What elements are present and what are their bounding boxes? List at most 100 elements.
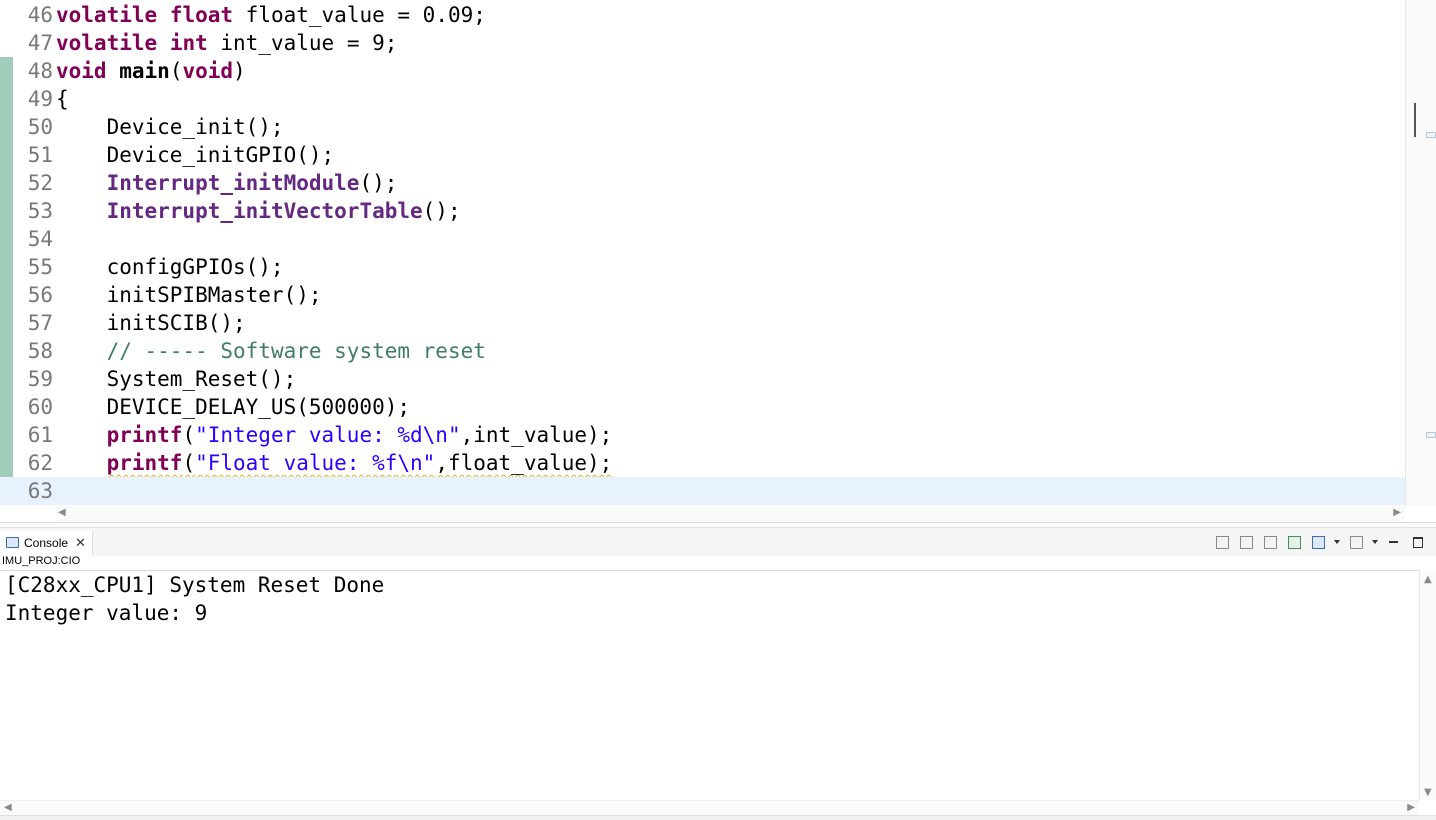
code-token: (: [182, 423, 196, 447]
code-token: (: [169, 59, 183, 83]
code-token: int: [169, 31, 208, 55]
line-number: 56: [27, 283, 53, 307]
code-line[interactable]: 54: [0, 225, 1405, 253]
clear-console-button[interactable]: [1212, 533, 1232, 551]
code-line[interactable]: 46 volatile float float_value = 0.09;: [0, 1, 1405, 29]
tab-console-label: Console: [24, 536, 69, 550]
pin-console-button[interactable]: [1284, 533, 1304, 551]
line-number: 50: [27, 115, 53, 139]
code-token: ,int_value);: [460, 423, 613, 447]
scroll-down-icon[interactable]: ▼: [1424, 787, 1432, 798]
code-text[interactable]: void main(void): [56, 57, 246, 85]
code-line[interactable]: 48 void main(void): [0, 57, 1405, 85]
line-number: 60: [27, 395, 53, 419]
code-text[interactable]: printf("Float value: %f\n",float_value);: [56, 449, 613, 477]
console-horizontal-scrollbar[interactable]: ◀ ▶: [0, 800, 1419, 816]
code-editor[interactable]: 46 volatile float float_value = 0.09; 47 vo…: [0, 0, 1436, 523]
editor-horizontal-scrollbar[interactable]: ◀ ▶: [56, 506, 1405, 521]
code-text[interactable]: volatile float float_value = 0.09;: [56, 1, 486, 29]
line-number: 61: [27, 423, 53, 447]
word-wrap-icon: [1264, 536, 1277, 549]
scroll-lock-button[interactable]: [1236, 533, 1256, 551]
close-icon[interactable]: ✕: [75, 535, 86, 551]
code-text[interactable]: initSCIB();: [56, 309, 246, 337]
scroll-left-icon[interactable]: ◀: [4, 802, 12, 813]
display-console-button[interactable]: [1308, 533, 1328, 551]
code-line[interactable]: 52 Interrupt_initModule();: [0, 169, 1405, 197]
code-line[interactable]: 51 Device_initGPIO();: [0, 141, 1405, 169]
console-output[interactable]: [C28xx_CPU1] System Reset Done Integer v…: [0, 570, 1419, 801]
code-token: main: [119, 59, 170, 83]
code-line[interactable]: 53 Interrupt_initVectorTable();: [0, 197, 1405, 225]
code-text[interactable]: {: [56, 85, 69, 113]
code-line[interactable]: 55 configGPIOs();: [0, 253, 1405, 281]
code-text[interactable]: Device_initGPIO();: [56, 141, 335, 169]
code-line[interactable]: 62 printf("Float value: %f\n",float_valu…: [0, 449, 1405, 477]
code-line[interactable]: 59 System_Reset();: [0, 365, 1405, 393]
pin-console-icon: [1288, 536, 1301, 549]
code-token: ): [233, 59, 246, 83]
line-number: 51: [27, 143, 53, 167]
code-line[interactable]: 56 initSPIBMaster();: [0, 281, 1405, 309]
code-text[interactable]: DEVICE_DELAY_US(500000);: [56, 393, 410, 421]
minimize-button[interactable]: [1384, 533, 1404, 551]
scroll-right-icon[interactable]: ▶: [1393, 507, 1401, 518]
console-toolbar: [1212, 532, 1428, 552]
code-line[interactable]: 50 Device_init();: [0, 113, 1405, 141]
maximize-icon: [1413, 537, 1423, 548]
word-wrap-button[interactable]: [1260, 533, 1280, 551]
code-text[interactable]: Device_init();: [56, 113, 284, 141]
code-token: Device_init();: [56, 115, 284, 139]
code-token: configGPIOs();: [56, 255, 284, 279]
overview-ruler-marker[interactable]: [1426, 132, 1436, 138]
code-token: volatile: [56, 3, 158, 27]
display-console-dropdown[interactable]: [1332, 533, 1342, 551]
tab-console[interactable]: Console ✕: [0, 530, 93, 556]
code-token: float: [169, 3, 234, 27]
open-console-button[interactable]: [1346, 533, 1366, 551]
code-token: volatile: [56, 31, 158, 55]
code-text[interactable]: initSPIBMaster();: [56, 281, 322, 309]
code-token: System_Reset();: [56, 367, 297, 391]
scroll-up-icon[interactable]: ▲: [1424, 574, 1432, 585]
maximize-button[interactable]: [1408, 533, 1428, 551]
scroll-left-icon[interactable]: ◀: [58, 507, 66, 518]
editor-vertical-scrollbar[interactable]: [1405, 0, 1436, 506]
open-console-icon: [1350, 536, 1363, 549]
code-text[interactable]: System_Reset();: [56, 365, 297, 393]
code-token: ,float_value);: [435, 451, 613, 475]
code-line[interactable]: 61 printf("Integer value: %d\n",int_valu…: [0, 421, 1405, 449]
code-text[interactable]: configGPIOs();: [56, 253, 284, 281]
open-console-dropdown[interactable]: [1370, 533, 1380, 551]
line-number: 54: [27, 227, 53, 251]
code-text[interactable]: printf("Integer value: %d\n",int_value);: [56, 421, 613, 449]
code-line[interactable]: 57 initSCIB();: [0, 309, 1405, 337]
code-token: printf: [106, 451, 183, 475]
editor-scroll-thumb[interactable]: [1414, 103, 1416, 137]
line-number: 48: [27, 59, 53, 83]
line-number: 57: [27, 311, 53, 335]
console-view: Console ✕ IMU_PROJ:CIO [C28xx_CPU1] Syst…: [0, 527, 1436, 820]
status-bar: [0, 815, 1436, 820]
chevron-down-icon: [1334, 540, 1340, 544]
code-line[interactable]: 63: [0, 477, 1405, 505]
code-line[interactable]: 60 DEVICE_DELAY_US(500000);: [0, 393, 1405, 421]
console-output-line: [C28xx_CPU1] System Reset Done: [5, 573, 385, 597]
code-line[interactable]: 58 // ----- Software system reset: [0, 337, 1405, 365]
code-token: float_value = 0.09;: [233, 3, 486, 27]
minimize-icon: [1389, 541, 1398, 543]
code-token: void: [56, 59, 107, 83]
console-vertical-scrollbar[interactable]: ▲ ▼: [1419, 570, 1436, 800]
code-text[interactable]: // ----- Software system reset: [56, 337, 486, 365]
line-number: 59: [27, 367, 53, 391]
code-line[interactable]: 47 volatile int int_value = 9;: [0, 29, 1405, 57]
line-number: 52: [27, 171, 53, 195]
overview-ruler-marker[interactable]: [1426, 432, 1436, 438]
scroll-right-icon[interactable]: ▶: [1407, 802, 1415, 813]
code-text[interactable]: Interrupt_initModule();: [56, 169, 398, 197]
code-text[interactable]: volatile int int_value = 9;: [56, 29, 397, 57]
console-tab-bar: Console ✕: [0, 527, 1436, 556]
code-text[interactable]: Interrupt_initVectorTable();: [56, 197, 461, 225]
code-line[interactable]: 49{: [0, 85, 1405, 113]
